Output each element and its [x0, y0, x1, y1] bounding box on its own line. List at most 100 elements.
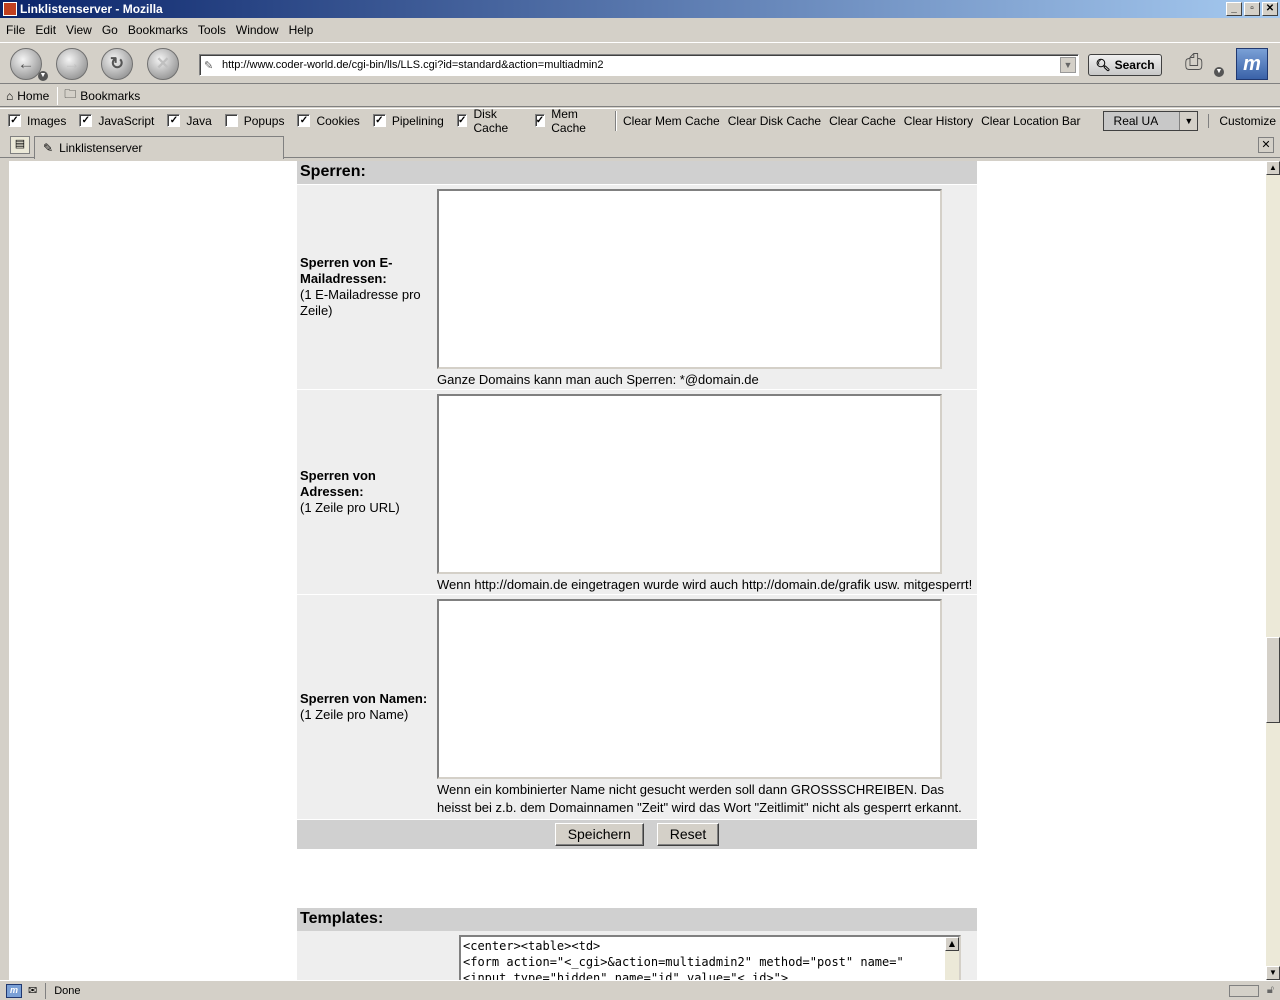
page-icon: ✎	[43, 141, 54, 155]
menu-go[interactable]: Go	[98, 23, 124, 37]
name-block-textarea[interactable]	[437, 599, 942, 779]
mail-icon[interactable]: ✉	[28, 984, 37, 997]
toolbar-separator	[615, 110, 617, 131]
code-line: <input type="hidden" name="id" value="<_…	[463, 971, 789, 980]
templates-row: <center><table><td> <form action="<_cgi>&…	[297, 931, 977, 980]
menu-file[interactable]: File	[2, 23, 31, 37]
checkbox-icon: ✓	[456, 114, 468, 127]
email-block-row: Sperren von E-Mailadressen: (1 E-Mailadr…	[297, 184, 977, 389]
pref-javascript-checkbox[interactable]: ✓ JavaScript	[79, 114, 154, 128]
maximize-button[interactable]: ▫	[1244, 2, 1260, 16]
page-content: Sperren: Sperren von E-Mailadressen: (1 …	[9, 161, 1266, 980]
user-agent-select[interactable]: Real UA ▼	[1102, 110, 1199, 131]
new-tab-icon[interactable]: ▤	[10, 136, 30, 154]
email-block-textarea[interactable]	[437, 189, 942, 369]
customize-button[interactable]: Customize	[1208, 113, 1276, 128]
search-icon: 🔍︎	[1095, 58, 1111, 72]
pref-cookies-checkbox[interactable]: ✓ Cookies	[297, 113, 360, 128]
templates-section: Templates: <center><table><td> <form acti…	[297, 908, 977, 980]
home-button[interactable]: ⌂ Home	[6, 89, 57, 103]
checkbox-icon: ✓	[372, 114, 386, 127]
sidebar-grippy[interactable]	[0, 161, 9, 980]
pref-popups-checkbox[interactable]: Popups	[224, 113, 285, 128]
clear-history-button[interactable]: Clear History	[904, 114, 973, 128]
template-code-textarea[interactable]: <center><table><td> <form action="<_cgi>&…	[459, 935, 961, 980]
reload-button[interactable]: ↻	[101, 48, 133, 80]
templates-heading: Templates:	[297, 908, 977, 931]
pref-java-checkbox[interactable]: ✓ Java	[167, 114, 212, 128]
mozilla-throbber-icon[interactable]: m	[1236, 48, 1268, 80]
template-scrollbar[interactable]: ▲	[945, 937, 959, 980]
pref-disk-cache-checkbox[interactable]: ✓ Disk Cache	[456, 106, 522, 135]
menu-bar: File Edit View Go Bookmarks Tools Window…	[0, 19, 1280, 41]
reset-button[interactable]: Reset	[656, 823, 720, 846]
window-title: Linklistenserver - Mozilla	[20, 2, 163, 16]
reload-icon: ↻	[109, 54, 125, 73]
name-block-label: Sperren von Namen: (1 Zeile pro Name)	[297, 595, 433, 819]
progress-meter	[1228, 984, 1259, 997]
security-lock-icon[interactable]: 🔓︎	[1267, 984, 1274, 997]
menu-view[interactable]: View	[62, 23, 98, 37]
checkbox-icon: ✓	[8, 114, 21, 127]
address-block-label: Sperren von Adressen: (1 Zeile pro URL)	[297, 390, 433, 594]
checkbox-icon: ✓	[297, 114, 311, 127]
minimize-button[interactable]: _	[1226, 2, 1242, 16]
tab-linklistenserver[interactable]: ✎ Linklistenserver	[34, 136, 284, 159]
clear-disk-cache-button[interactable]: Clear Disk Cache	[728, 114, 821, 128]
menu-edit[interactable]: Edit	[31, 23, 62, 37]
name-block-row: Sperren von Namen: (1 Zeile pro Name) We…	[297, 594, 977, 819]
pref-images-checkbox[interactable]: ✓ Images	[8, 114, 66, 128]
tab-bar: ▤ ✎ Linklistenserver ✕	[0, 133, 1280, 159]
menu-bookmarks[interactable]: Bookmarks	[124, 23, 194, 37]
code-line: <form action="<_cgi>&action=multiadmin2"…	[463, 955, 904, 969]
bookmarks-button[interactable]: 🗀︎ Bookmarks	[64, 85, 148, 106]
url-input[interactable]: http://www.coder-world.de/cgi-bin/lls/LL…	[218, 59, 1060, 71]
checkbox-label: Cookies	[316, 113, 360, 128]
checkbox-label: Disk Cache	[473, 106, 509, 135]
page-proxy-icon[interactable]: ✎	[204, 59, 218, 72]
address-block-textarea[interactable]	[437, 394, 942, 574]
save-button[interactable]: Speichern	[554, 823, 644, 846]
clear-location-bar-button[interactable]: Clear Location Bar	[981, 114, 1080, 128]
status-text: Done	[45, 982, 81, 999]
scroll-thumb[interactable]	[1266, 637, 1280, 723]
clear-cache-button[interactable]: Clear Cache	[829, 114, 896, 128]
code-line: <center><table><td>	[463, 939, 601, 953]
title-bar: Linklistenserver - Mozilla _ ▫ ✕	[0, 0, 1280, 18]
mozilla-app-icon	[3, 2, 17, 16]
back-history-dropdown-icon[interactable]: ▼	[38, 71, 48, 81]
tab-label: Linklistenserver	[59, 141, 143, 155]
email-block-note: (1 E-Mailadresse pro Zeile)	[300, 287, 421, 318]
mozilla-status-icon[interactable]: m	[6, 983, 22, 998]
checkbox-icon: ✓	[167, 114, 181, 127]
scroll-up-icon[interactable]: ▲	[1266, 161, 1280, 175]
scroll-up-icon[interactable]: ▲	[945, 937, 959, 951]
url-history-dropdown-icon[interactable]: ▼	[1060, 57, 1076, 73]
close-window-button[interactable]: ✕	[1262, 2, 1278, 16]
forward-button[interactable]: →	[56, 48, 88, 80]
checkbox-label: Popups	[243, 113, 285, 128]
pref-pipelining-checkbox[interactable]: ✓ Pipelining	[372, 114, 444, 128]
print-dropdown-icon[interactable]: ▼	[1214, 67, 1224, 77]
user-agent-value: Real UA	[1113, 113, 1159, 128]
search-button[interactable]: 🔍︎ Search	[1088, 54, 1162, 76]
menu-help[interactable]: Help	[285, 23, 320, 37]
name-block-title: Sperren von Namen:	[300, 691, 428, 706]
toolbar-separator	[57, 86, 59, 105]
scroll-down-icon[interactable]: ▼	[1266, 966, 1280, 980]
email-block-hint: Ganze Domains kann man auch Sperren: *@d…	[437, 372, 759, 387]
clear-mem-cache-button[interactable]: Clear Mem Cache	[623, 114, 720, 128]
menu-tools[interactable]: Tools	[194, 23, 232, 37]
sperren-button-row: Speichern Reset	[297, 819, 977, 849]
menu-window[interactable]: Window	[232, 23, 285, 37]
pref-mem-cache-checkbox[interactable]: ✓ Mem Cache	[534, 107, 602, 135]
chevron-down-icon[interactable]: ▼	[1179, 111, 1198, 130]
address-block-hint: Wenn http://domain.de eingetragen wurde …	[437, 577, 973, 592]
stop-button[interactable]: ✕	[147, 48, 179, 80]
navigation-toolbar: ← ▼ → ↻ ✕ ✎ http://www.coder-world.de/cg…	[0, 42, 1280, 84]
close-tab-icon[interactable]: ✕	[1258, 137, 1274, 153]
prefbar-toolbar: ✓ Images ✓ JavaScript ✓ Java Popups ✓ Cookie…	[0, 106, 1280, 135]
location-bar[interactable]: ✎ http://www.coder-world.de/cgi-bin/lls/…	[199, 54, 1079, 76]
name-block-hint: Wenn ein kombinierter Name nicht gesucht…	[437, 782, 962, 815]
page-scrollbar[interactable]: ▲ ▼	[1266, 161, 1280, 980]
